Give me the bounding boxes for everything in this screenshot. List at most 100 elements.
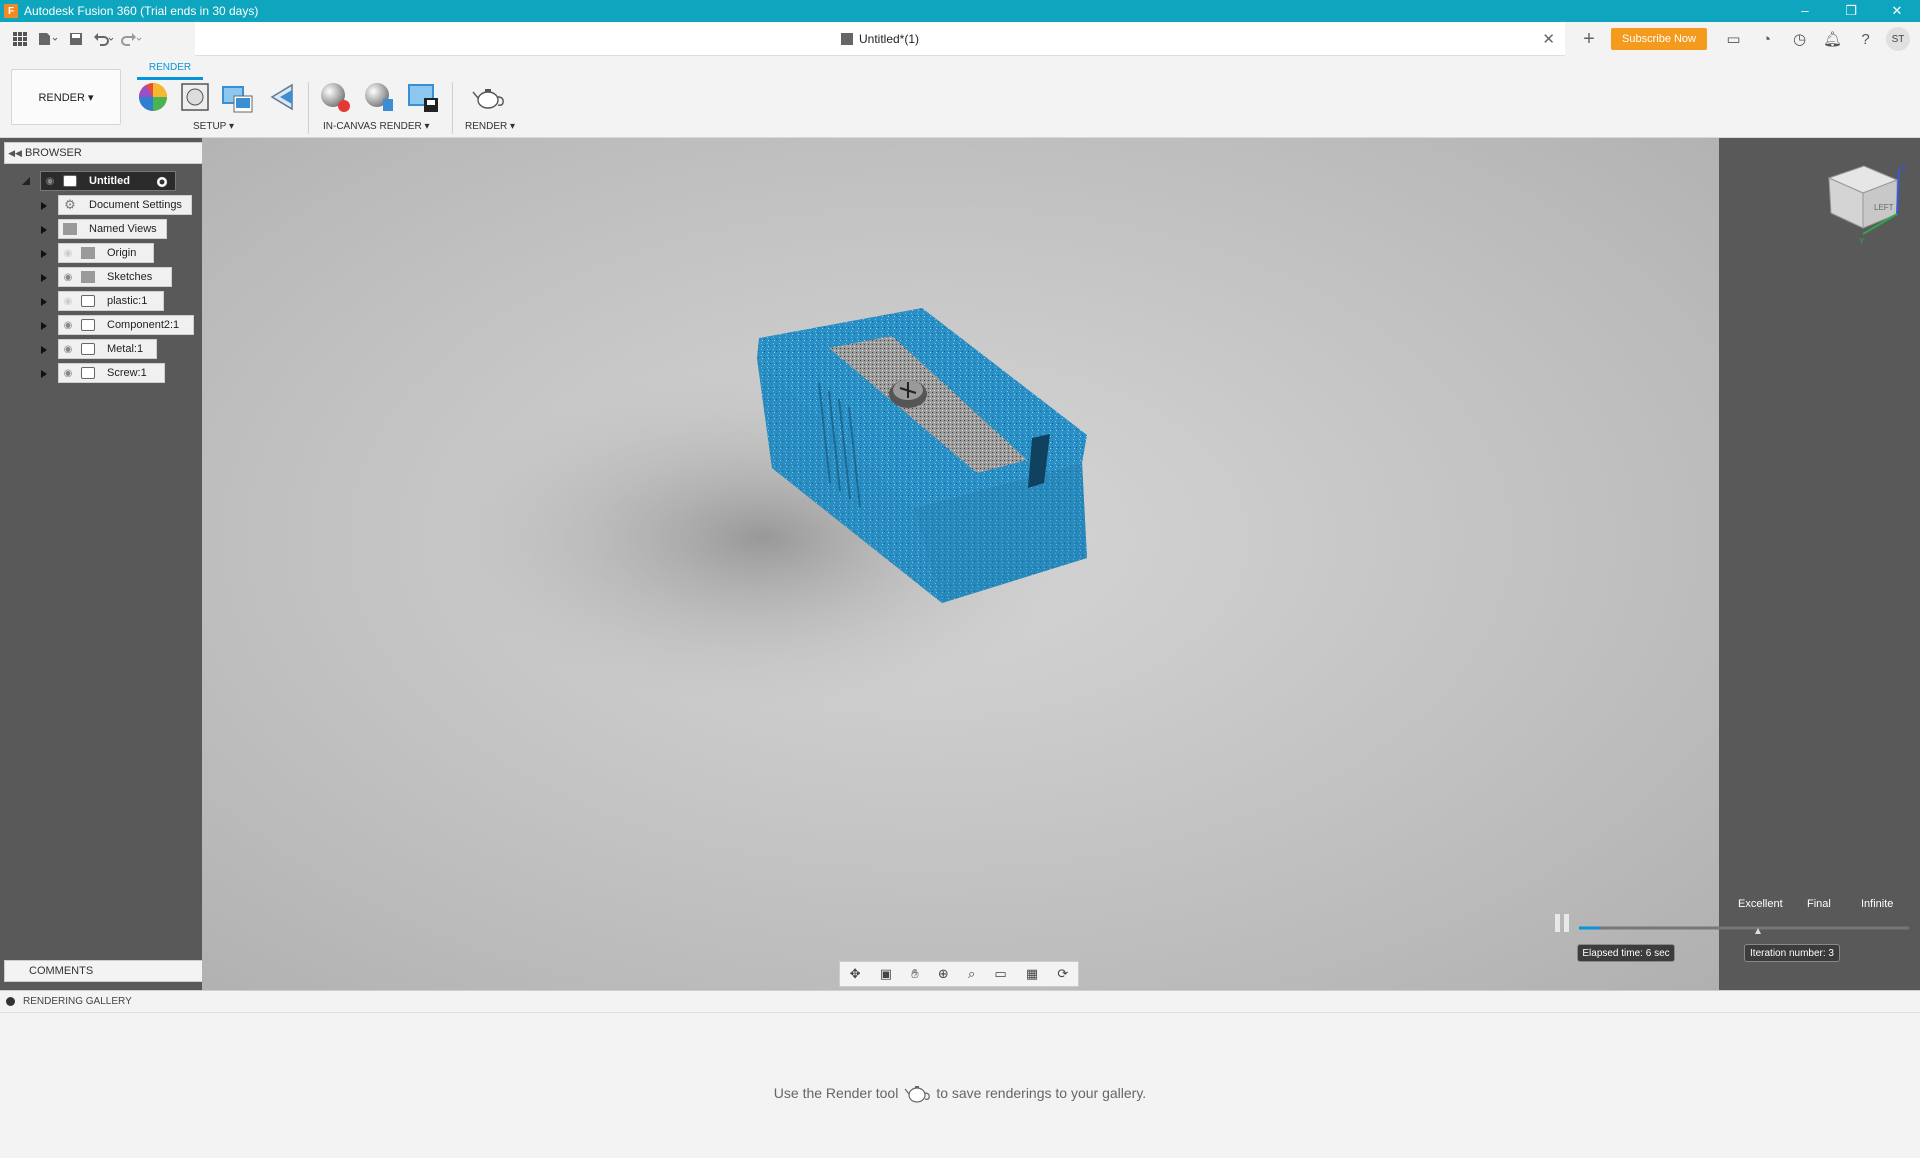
- gallery-header[interactable]: RENDERING GALLERY: [0, 991, 1920, 1013]
- visibility-eye-icon[interactable]: ◉: [59, 248, 77, 259]
- new-tab-plus-icon[interactable]: +: [1575, 25, 1603, 53]
- viewports-icon[interactable]: ⟳: [1057, 966, 1068, 982]
- ribbon-toolbar: RENDER ▾ RENDER SETUP ▾ IN-CANVAS RENDER…: [0, 56, 1920, 138]
- folder-icon: [63, 223, 77, 235]
- collapse-panel-icon[interactable]: ◀◀: [5, 148, 25, 159]
- quick-access-toolbar: [0, 22, 146, 56]
- grid-settings-icon[interactable]: ▦: [1026, 966, 1038, 982]
- visibility-eye-icon[interactable]: ◉: [59, 320, 77, 331]
- chat-icon[interactable]: ▭: [1717, 30, 1750, 48]
- close-window-button[interactable]: ✕: [1874, 3, 1920, 19]
- title-bar: F Autodesk Fusion 360 (Trial ends in 30 …: [0, 0, 1920, 22]
- fusion-app-icon: F: [4, 4, 18, 18]
- expand-arrow-icon[interactable]: [39, 201, 49, 211]
- file-menu-icon[interactable]: [34, 25, 62, 53]
- close-tab-icon[interactable]: ✕: [1542, 30, 1555, 48]
- visibility-eye-icon[interactable]: ◉: [59, 344, 77, 355]
- viewcube[interactable]: LEFT Z Y: [1819, 158, 1909, 248]
- data-panel-grid-icon[interactable]: [6, 25, 34, 53]
- zoom-window-icon[interactable]: ⌕: [968, 966, 975, 982]
- browser-item-label: Metal:1: [107, 343, 144, 355]
- workspace-selector-button[interactable]: RENDER ▾: [11, 69, 121, 125]
- browser-node-metal[interactable]: ◉ Metal:1: [58, 339, 157, 359]
- render-info-panel: LEFT Z Y Excellent Final Infinite Iterat…: [1579, 138, 1920, 990]
- extensions-clock-icon[interactable]: ◷: [1783, 30, 1816, 48]
- in-canvas-render-settings-icon[interactable]: [362, 80, 396, 114]
- expand-arrow-icon[interactable]: [39, 369, 49, 379]
- notifications-bell-icon[interactable]: 🔔︎: [1816, 30, 1849, 48]
- browser-node-named-views[interactable]: Named Views: [58, 219, 167, 239]
- render-group-label[interactable]: RENDER ▾: [465, 121, 515, 132]
- gear-icon: ⚙: [64, 197, 76, 212]
- in-canvas-render-group-label[interactable]: IN-CANVAS RENDER ▾: [323, 121, 430, 132]
- visibility-eye-icon[interactable]: ◉: [59, 296, 77, 307]
- pause-bar: [1555, 914, 1560, 932]
- browser-node-sketches[interactable]: ◉ Sketches: [58, 267, 172, 287]
- root-label: Untitled: [89, 175, 130, 187]
- browser-item-label: Sketches: [107, 271, 153, 283]
- expand-arrow-icon[interactable]: [39, 321, 49, 331]
- document-tab[interactable]: Untitled*(1) ✕: [195, 22, 1565, 56]
- browser-node-document-settings[interactable]: ⚙ Document Settings: [58, 195, 192, 215]
- scene-settings-icon[interactable]: [220, 80, 254, 114]
- document-cube-icon: [840, 32, 853, 45]
- job-status-icon[interactable]: ◔: [1750, 31, 1783, 48]
- visibility-eye-icon[interactable]: ◉: [59, 272, 77, 283]
- zoom-icon[interactable]: ⊕: [938, 966, 949, 982]
- visibility-eye-icon[interactable]: ◉: [59, 368, 77, 379]
- document-title: Untitled*(1): [858, 31, 920, 46]
- browser-title: BROWSER: [25, 147, 82, 159]
- quality-final-label: Final: [1807, 898, 1831, 910]
- display-settings-icon[interactable]: ▭: [994, 966, 1006, 982]
- browser-node-origin[interactable]: ◉ Origin: [58, 243, 154, 263]
- expand-arrow-icon[interactable]: [39, 273, 49, 283]
- render-teapot-icon[interactable]: [471, 80, 505, 114]
- application-bar: Untitled*(1) ✕ + Subscribe Now ▭ ◔ ◷ 🔔︎ …: [0, 22, 1920, 56]
- setup-group-label[interactable]: SETUP ▾: [193, 121, 234, 132]
- render-progress-slider[interactable]: [1579, 918, 1915, 938]
- expand-arrow-icon[interactable]: [39, 297, 49, 307]
- help-icon[interactable]: ?: [1849, 31, 1882, 48]
- expand-arrow-icon[interactable]: [39, 345, 49, 355]
- in-canvas-render-icon[interactable]: [318, 80, 352, 114]
- y-axis-label: Y: [1859, 237, 1865, 246]
- browser-panel: ◀◀ BROWSER ◉ Untitled ⚙ Document Setting…: [0, 138, 302, 990]
- rendering-gallery: RENDERING GALLERY Use the Render tool to…: [0, 990, 1920, 1158]
- redo-icon[interactable]: [118, 25, 146, 53]
- quality-excellent-label: Excellent: [1738, 898, 1783, 910]
- undo-icon[interactable]: [90, 25, 118, 53]
- orbit-icon[interactable]: ✥: [850, 966, 861, 982]
- texture-map-controls-icon[interactable]: [266, 80, 300, 114]
- save-icon[interactable]: [62, 25, 90, 53]
- gallery-msg-after: to save renderings to your gallery.: [936, 1085, 1147, 1101]
- appearance-icon[interactable]: [136, 80, 170, 114]
- root-expander-icon[interactable]: [21, 176, 31, 186]
- minimize-button[interactable]: –: [1782, 3, 1828, 19]
- browser-node-plastic[interactable]: ◉ plastic:1: [58, 291, 164, 311]
- physical-material-icon[interactable]: [178, 80, 212, 114]
- z-axis-label: Z: [1901, 163, 1906, 172]
- window-title: Autodesk Fusion 360 (Trial ends in 30 da…: [24, 4, 259, 18]
- comments-title: COMMENTS: [29, 965, 94, 977]
- user-avatar[interactable]: ST: [1886, 27, 1910, 51]
- pause-render-button[interactable]: [1555, 914, 1571, 932]
- browser-item-label: plastic:1: [107, 295, 148, 307]
- render-canvas[interactable]: ✥ ▣ ✋︎ ⊕ ⌕ ▭ ▦ ⟳ Elapsed time: 6 sec: [202, 138, 1719, 990]
- expand-arrow-icon[interactable]: [39, 225, 49, 235]
- collapse-gallery-icon[interactable]: [6, 997, 15, 1006]
- activate-radio-icon[interactable]: [155, 175, 169, 189]
- tab-render[interactable]: RENDER: [137, 58, 203, 80]
- browser-node-screw[interactable]: ◉ Screw:1: [58, 363, 165, 383]
- component-icon: [81, 319, 95, 331]
- visibility-eye-icon[interactable]: ◉: [41, 176, 59, 187]
- restore-button[interactable]: ❐: [1828, 3, 1874, 19]
- iteration-number-badge: Iteration number: 3: [1744, 944, 1840, 962]
- pan-hand-icon[interactable]: ✋︎: [911, 966, 918, 982]
- browser-node-component2[interactable]: ◉ Component2:1: [58, 315, 194, 335]
- expand-arrow-icon[interactable]: [39, 249, 49, 259]
- look-at-icon[interactable]: ▣: [880, 966, 892, 982]
- capture-image-icon[interactable]: [406, 80, 440, 114]
- window-controls: – ❐ ✕: [1782, 3, 1920, 19]
- subscribe-now-button[interactable]: Subscribe Now: [1611, 28, 1707, 50]
- navigation-toolbar: ✥ ▣ ✋︎ ⊕ ⌕ ▭ ▦ ⟳: [839, 961, 1079, 987]
